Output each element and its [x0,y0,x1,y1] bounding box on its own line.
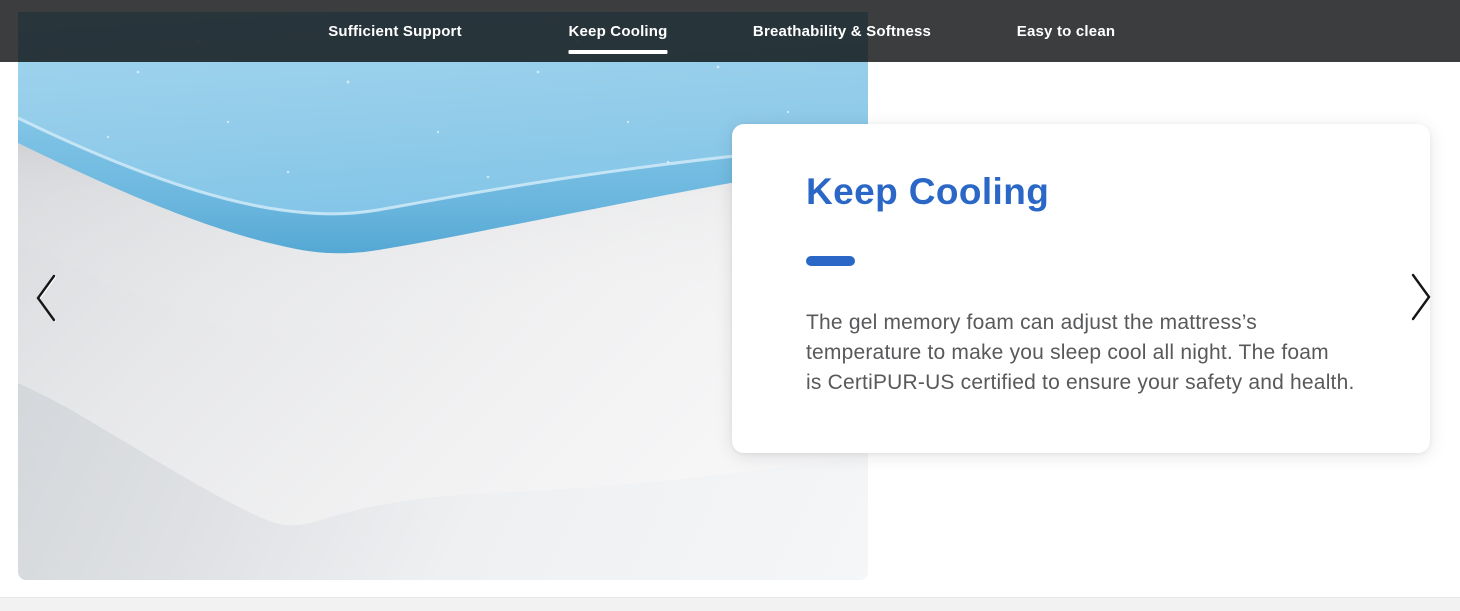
feature-card: Keep Cooling The gel memory foam can adj… [732,124,1430,453]
tab-breathability-softness[interactable]: Breathability & Softness [753,0,931,62]
tab-sufficient-support[interactable]: Sufficient Support [328,0,462,62]
tab-label: Keep Cooling [568,23,667,40]
active-tab-underline [568,50,667,54]
feature-card-title: Keep Cooling [806,171,1378,214]
description-line: is CertiPUR-US certified to ensure your … [806,368,1391,398]
next-section-divider [0,597,1460,611]
feature-carousel-section: Sufficient Support Keep Cooling Breathab… [0,0,1460,611]
tab-label: Breathability & Softness [753,23,931,40]
carousel-next-button[interactable] [1409,272,1433,322]
feature-card-description: The gel memory foam can adjust the mattr… [806,308,1391,398]
tab-label: Sufficient Support [328,23,462,40]
feature-tabs-bar: Sufficient Support Keep Cooling Breathab… [0,0,1460,62]
accent-bar [806,256,855,266]
carousel-prev-button[interactable] [34,273,58,323]
tab-easy-to-clean[interactable]: Easy to clean [1017,0,1115,62]
description-line: temperature to make you sleep cool all n… [806,338,1391,368]
tab-label: Easy to clean [1017,23,1115,40]
description-line: The gel memory foam can adjust the mattr… [806,308,1391,338]
tab-keep-cooling[interactable]: Keep Cooling [568,0,667,62]
chevron-left-icon [34,273,58,323]
chevron-right-icon [1409,272,1433,322]
